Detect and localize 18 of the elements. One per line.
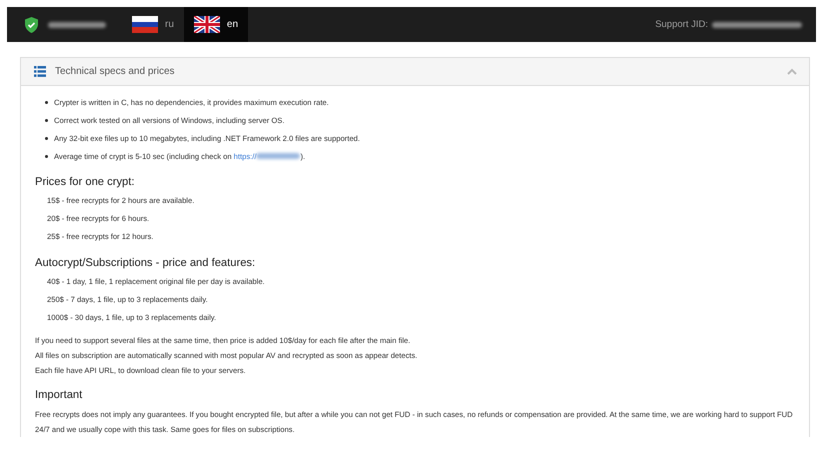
bullet-icon: [45, 154, 48, 158]
language-tab[interactable]: en: [184, 7, 248, 42]
list-icon: [34, 66, 46, 77]
redacted-text: [48, 22, 106, 28]
language-tab[interactable]: ru: [122, 7, 184, 42]
section-heading: Prices for one crypt:: [35, 176, 136, 188]
section-heading: Important: [35, 389, 84, 401]
bullet-icon: [45, 118, 48, 122]
shield-check-icon: [25, 16, 38, 32]
panel-title: Technical specs and prices: [55, 66, 176, 77]
redacted-text: [256, 153, 300, 159]
flag-icon: [132, 16, 158, 33]
bullet-icon: [45, 136, 48, 140]
flag-icon: [194, 16, 220, 33]
collapse-button[interactable]: [787, 68, 797, 75]
support-label: Support JID:: [655, 19, 708, 30]
section-heading: Autocrypt/Subscriptions - price and features:: [35, 257, 256, 269]
bullet-icon: [45, 100, 48, 104]
